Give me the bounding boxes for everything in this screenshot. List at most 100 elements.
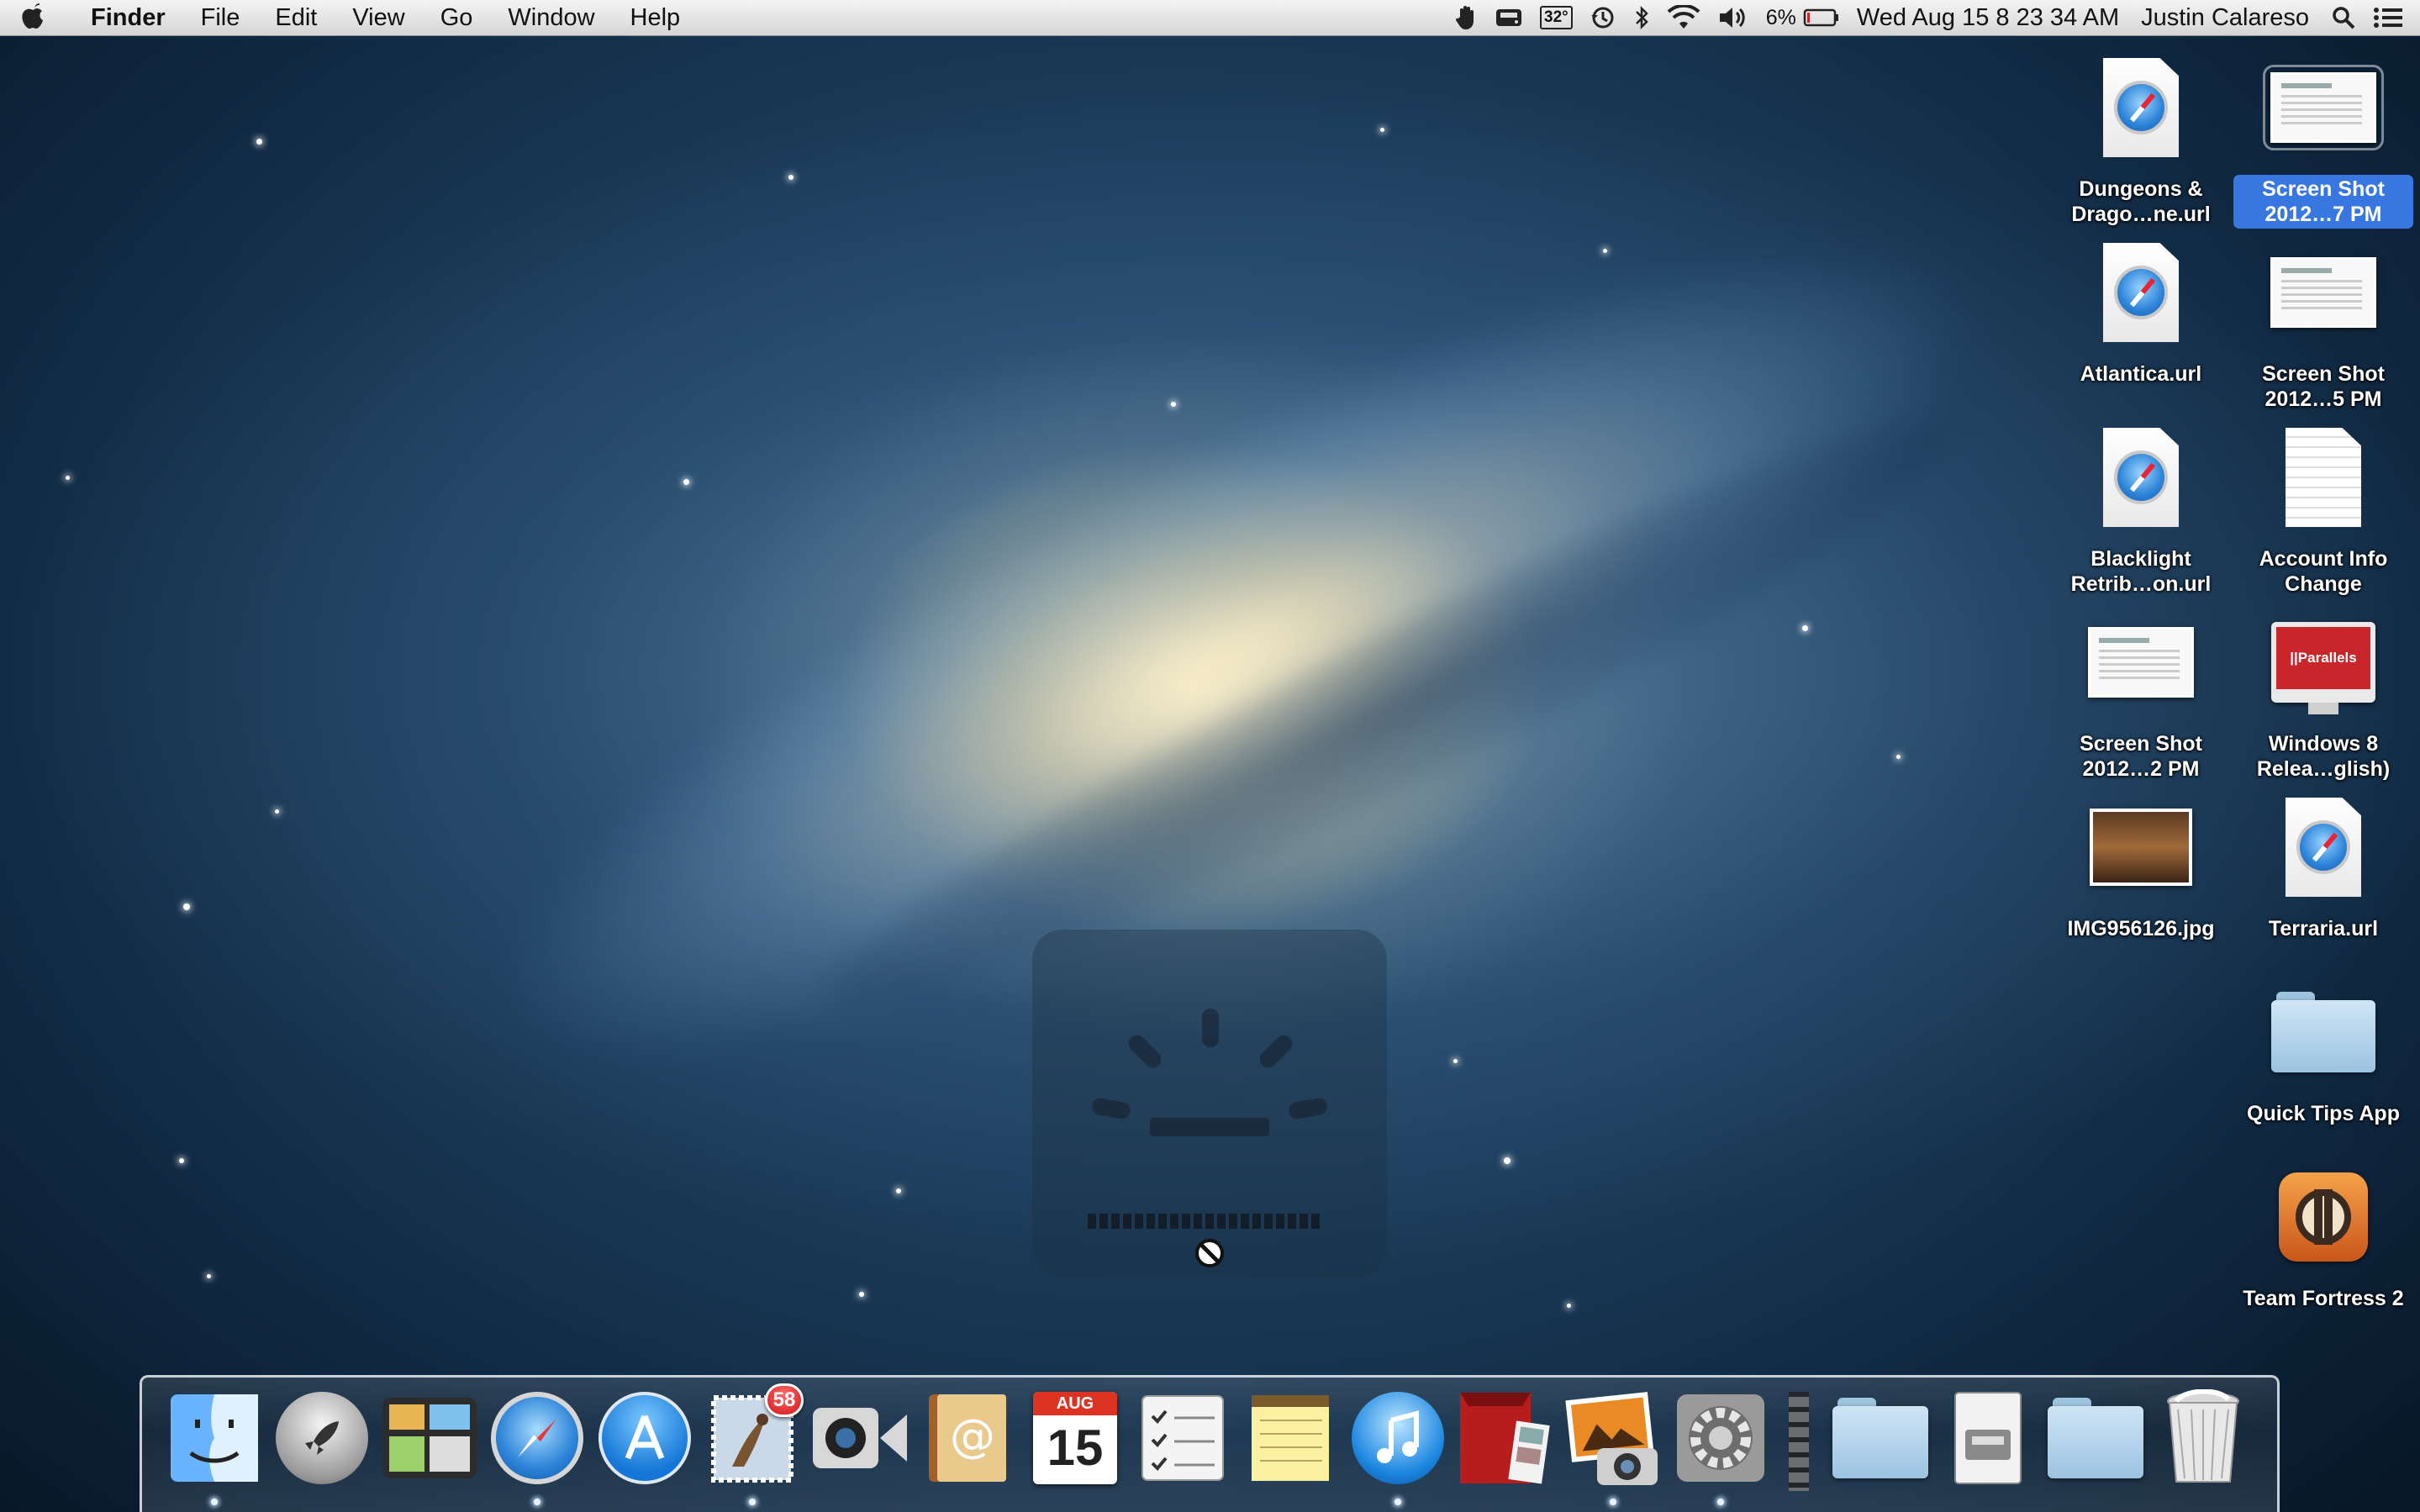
screenshot-thumbnail-icon: [2088, 627, 2194, 698]
desktop-icon-dungeons-dragons[interactable]: Dungeons & Drago…ne.url: [2049, 40, 2233, 229]
disk-activity-overlay: [1032, 930, 1387, 1278]
desktop-icon-label: Screen Shot 2012…2 PM: [2080, 732, 2202, 781]
temperature-icon[interactable]: 32°: [1540, 0, 1573, 35]
desktop-icon-label: Screen Shot 2012…7 PM: [2233, 175, 2413, 229]
dock-applications-folder[interactable]: [1831, 1388, 1930, 1488]
dock-notes[interactable]: [1241, 1388, 1340, 1488]
folder-icon: [2271, 992, 2375, 1072]
user-name[interactable]: Justin Calareso: [2141, 4, 2309, 32]
temperature-readout: 32°: [1540, 6, 1573, 29]
menu-file[interactable]: File: [201, 4, 240, 32]
star: [1603, 249, 1607, 253]
safari-icon: [491, 1392, 583, 1484]
desktop-icon-team-fortress-2[interactable]: Team Fortress 2: [2232, 1150, 2415, 1313]
windows-folder-icon: [2048, 1398, 2143, 1478]
dock-mail[interactable]: 58: [703, 1383, 804, 1488]
desktop-icon-label: Team Fortress 2: [2243, 1287, 2404, 1310]
menu-edit[interactable]: Edit: [275, 4, 317, 32]
safari-webloc-icon: [2103, 243, 2179, 342]
dock-system-preferences[interactable]: [1671, 1388, 1770, 1488]
battery-icon[interactable]: [1803, 0, 1840, 35]
star: [1380, 128, 1384, 132]
desktop-icon-blacklight[interactable]: Blacklight Retrib…on.url: [2049, 410, 2233, 598]
desktop-icon-screen-shot-7pm[interactable]: Screen Shot 2012…7 PM: [2232, 40, 2415, 229]
dock-facetime[interactable]: [810, 1388, 909, 1488]
desktop-icon-screen-shot-5pm[interactable]: Screen Shot 2012…5 PM: [2232, 225, 2415, 414]
star: [1896, 755, 1901, 759]
star: [1453, 1059, 1458, 1063]
star: [1802, 625, 1808, 631]
notification-center-icon[interactable]: [2373, 0, 2403, 35]
star: [179, 1158, 184, 1163]
desktop-icon-label: Account Info Change: [2259, 547, 2388, 596]
dock-reminders[interactable]: [1133, 1388, 1232, 1488]
star: [256, 139, 262, 145]
dock-itunes[interactable]: [1348, 1388, 1447, 1488]
desktop-icon-label: Dungeons & Drago…ne.url: [2071, 177, 2211, 226]
desktop-icon-img956126[interactable]: IMG956126.jpg: [2049, 780, 2233, 943]
dock-running-indicator: [211, 1499, 218, 1505]
dock-running-indicator: [1610, 1499, 1616, 1505]
menu-bar: Finder File Edit View Go Window Help 32°…: [0, 0, 2420, 36]
app-store-icon: [598, 1392, 691, 1484]
desktop-icon-label: Blacklight Retrib…on.url: [2070, 547, 2212, 596]
star: [896, 1188, 901, 1193]
dock-running-indicator: [749, 1499, 756, 1505]
star: [183, 904, 190, 910]
menu-go[interactable]: Go: [440, 4, 473, 32]
volume-icon[interactable]: [1717, 0, 1749, 35]
dock-running-indicator: [1395, 1499, 1401, 1505]
desktop-icon-screen-shot-2pm[interactable]: Screen Shot 2012…2 PM: [2049, 595, 2233, 783]
dock-running-indicator: [1717, 1499, 1724, 1505]
dock-iphoto[interactable]: [1563, 1388, 1663, 1488]
desktop-icon-quick-tips-app[interactable]: Quick Tips App: [2232, 965, 2415, 1128]
dock-mission-control[interactable]: [380, 1388, 479, 1488]
menu-view[interactable]: View: [352, 4, 404, 32]
star: [1567, 1304, 1571, 1308]
safari-webloc-icon: [2103, 428, 2179, 527]
wifi-icon[interactable]: [1667, 0, 1700, 35]
dock-contacts[interactable]: @: [918, 1388, 1017, 1488]
itunes-icon: [1352, 1392, 1444, 1484]
launchpad-icon: [276, 1392, 368, 1484]
dock-safari[interactable]: [488, 1388, 587, 1488]
desktop-icon-label: Atlantica.url: [2080, 362, 2202, 386]
calendar-icon: AUG 15: [1033, 1392, 1117, 1484]
spotlight-icon[interactable]: [2331, 0, 2356, 35]
desktop-icon-windows-8[interactable]: ||Parallels Windows 8 Relea…glish): [2232, 595, 2415, 783]
drive-icon[interactable]: [1495, 0, 1523, 35]
dock-calendar[interactable]: AUG 15: [1025, 1388, 1125, 1488]
desktop-icon-atlantica[interactable]: Atlantica.url: [2049, 225, 2233, 388]
folder-icon: [1832, 1398, 1928, 1478]
battery-percent[interactable]: 6%: [1766, 6, 1796, 30]
bluetooth-icon[interactable]: [1633, 0, 1650, 35]
dock-launchpad[interactable]: [272, 1388, 372, 1488]
dock-photo-booth[interactable]: [1456, 1388, 1555, 1488]
iphoto-icon: [1565, 1392, 1658, 1485]
prohibited-icon: [1194, 1237, 1226, 1269]
time-machine-icon[interactable]: [1590, 0, 1616, 35]
desktop-icon-terraria[interactable]: Terraria.url: [2232, 780, 2415, 943]
menu-app-name[interactable]: Finder: [91, 4, 166, 32]
clock[interactable]: Wed Aug 15 8 23 34 AM: [1857, 4, 2119, 32]
dock-finder[interactable]: [165, 1388, 264, 1488]
dock-windows-folder[interactable]: [2046, 1388, 2145, 1488]
mission-control-icon: [382, 1398, 477, 1478]
desktop-icon-label: IMG956126.jpg: [2067, 917, 2215, 940]
star: [1171, 402, 1176, 407]
menu-window[interactable]: Window: [508, 4, 594, 32]
dock-separator: [1789, 1392, 1809, 1491]
dock-drive-disk[interactable]: [1938, 1388, 2038, 1488]
apple-icon[interactable]: [18, 0, 69, 35]
dock-app-store[interactable]: [595, 1388, 694, 1488]
desktop-icon-account-info-change[interactable]: Account Info Change: [2232, 410, 2415, 598]
desktop-icon-label: Windows 8 Relea…glish): [2256, 732, 2391, 781]
star: [275, 809, 279, 814]
menu-help[interactable]: Help: [630, 4, 681, 32]
reminders-icon: [1141, 1395, 1224, 1481]
hand-icon[interactable]: [1456, 0, 1478, 35]
drive-disk-icon: [1954, 1392, 2022, 1484]
screenshot-thumbnail-icon: [2270, 72, 2376, 143]
text-document-icon: [2286, 428, 2361, 527]
dock-trash[interactable]: [2154, 1388, 2253, 1488]
